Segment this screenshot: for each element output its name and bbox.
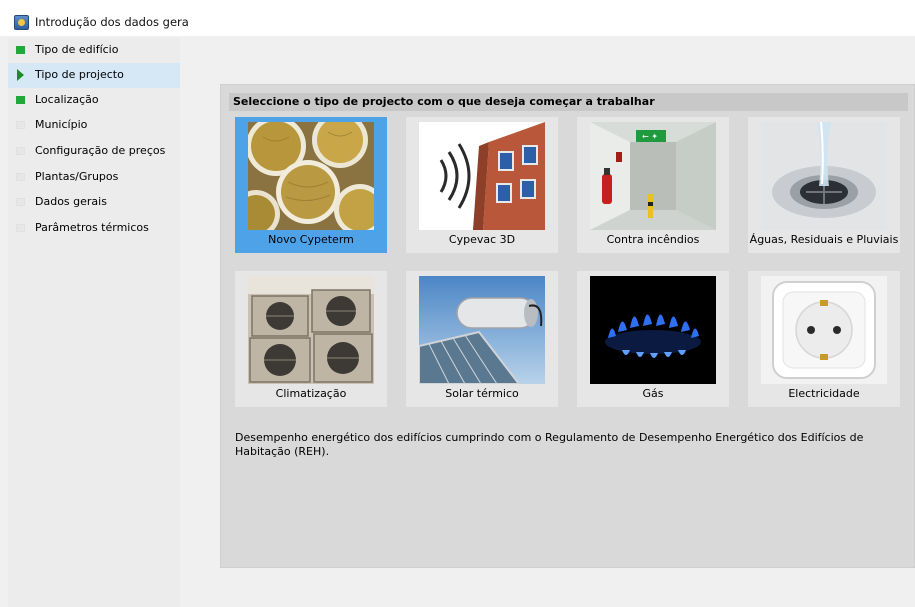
- sidebar-item-tipo-de-projecto[interactable]: Tipo de projecto: [8, 63, 180, 88]
- tile-label: Contra incêndios: [606, 233, 700, 246]
- sidebar-item-configuracao-de-precos[interactable]: Configuração de preços: [8, 139, 180, 164]
- panel-header-text: Seleccione o tipo de projecto com o que …: [233, 95, 655, 108]
- insulation-rolls-image: [248, 122, 374, 230]
- svg-text:← ✦: ← ✦: [642, 132, 658, 141]
- sidebar-item-municipio[interactable]: Município: [8, 113, 180, 138]
- sidebar-item-tipo-de-edificio[interactable]: Tipo de edifício: [8, 38, 180, 63]
- sidebar-item-localizacao[interactable]: Localização: [8, 88, 180, 113]
- sidebar-item-label: Dados gerais: [35, 195, 107, 208]
- completed-step-icon: [16, 46, 25, 54]
- tile-contra-incendios[interactable]: ← ✦ Contra incêndios: [577, 117, 729, 253]
- sidebar: Tipo de edifício Tipo de projecto Locali…: [8, 38, 180, 607]
- tile-gas[interactable]: Gás: [577, 271, 729, 407]
- sidebar-item-label: Plantas/Grupos: [35, 170, 119, 183]
- tile-cypevac-3d[interactable]: Cypevac 3D: [406, 117, 558, 253]
- pending-step-icon: [16, 173, 25, 181]
- solar-water-heater-image: [419, 276, 545, 384]
- pending-step-icon: [16, 121, 25, 129]
- sidebar-item-label: Tipo de projecto: [35, 68, 124, 81]
- app-icon: [14, 15, 29, 30]
- tile-label: Gás: [642, 387, 664, 400]
- current-step-arrow-icon: [17, 69, 24, 81]
- pending-step-icon: [16, 224, 25, 232]
- tile-climatizacao[interactable]: Climatização: [235, 271, 387, 407]
- window-title: Introdução dos dados gera: [35, 15, 189, 29]
- completed-step-icon: [16, 96, 25, 104]
- sidebar-item-parametros-termicos[interactable]: Parâmetros térmicos: [8, 216, 180, 241]
- sidebar-item-plantas-grupos[interactable]: Plantas/Grupos: [8, 165, 180, 190]
- tile-label: Cypevac 3D: [448, 233, 516, 246]
- tile-electricidade[interactable]: Electricidade: [748, 271, 900, 407]
- sidebar-item-label: Município: [35, 118, 88, 131]
- tile-label: Solar térmico: [445, 387, 519, 400]
- title-bar: Introdução dos dados gera: [0, 0, 915, 36]
- power-socket-image: [761, 276, 887, 384]
- tile-label: Electricidade: [788, 387, 860, 400]
- project-type-panel: Seleccione o tipo de projecto com o que …: [220, 84, 915, 568]
- sidebar-item-label: Localização: [35, 93, 99, 106]
- tile-solar-termico[interactable]: Solar térmico: [406, 271, 558, 407]
- water-drain-image: [761, 122, 887, 230]
- project-type-description: Desempenho energético dos edifícios cump…: [235, 431, 864, 458]
- gas-flame-image: [590, 276, 716, 384]
- panel-header: Seleccione o tipo de projecto com o que …: [229, 93, 908, 111]
- air-conditioning-units-image: [248, 276, 374, 384]
- pending-step-icon: [16, 147, 25, 155]
- sidebar-item-label: Parâmetros térmicos: [35, 221, 149, 234]
- sidebar-item-label: Tipo de edifício: [35, 43, 119, 56]
- tile-label: Climatização: [275, 387, 347, 400]
- tile-aguas-residuais-pluviais[interactable]: Águas, Residuais e Pluviais: [748, 117, 900, 253]
- sidebar-item-label: Configuração de preços: [35, 144, 166, 157]
- tile-label: Novo Cypeterm: [268, 233, 354, 246]
- sidebar-item-dados-gerais[interactable]: Dados gerais: [8, 190, 180, 215]
- acoustic-waves-building-image: [419, 122, 545, 230]
- fire-extinguisher-corridor-image: ← ✦: [590, 122, 716, 230]
- tile-novo-cypeterm[interactable]: Novo Cypeterm: [235, 117, 387, 253]
- tile-label: Águas, Residuais e Pluviais: [749, 233, 899, 246]
- pending-step-icon: [16, 198, 25, 206]
